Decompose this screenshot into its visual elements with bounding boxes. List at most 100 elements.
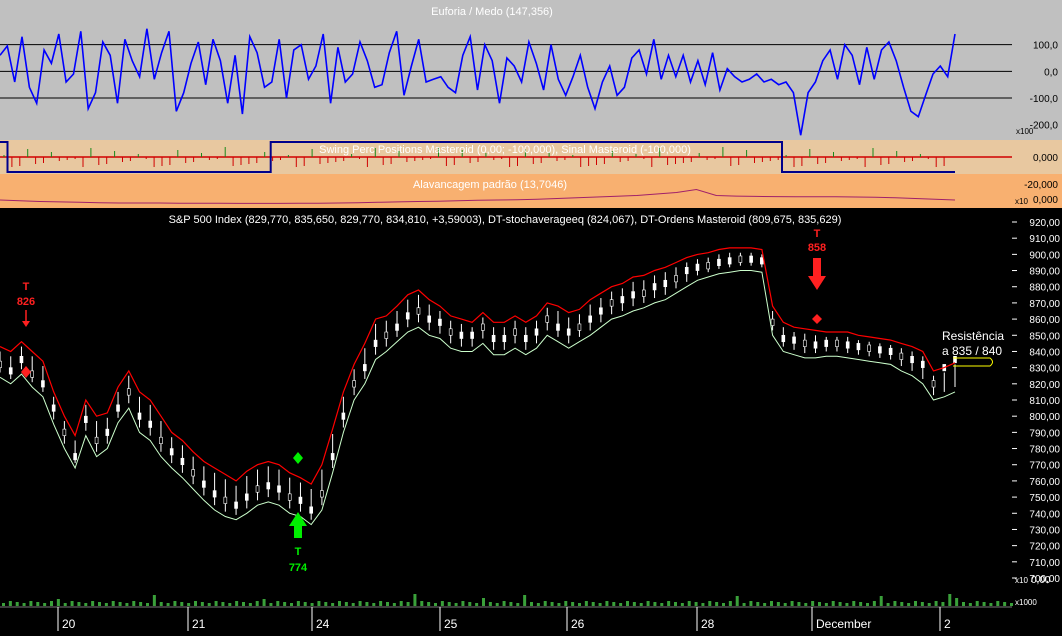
volume-bar: [296, 601, 300, 606]
volume-bar: [488, 602, 492, 606]
price-candle-body: [94, 436, 99, 444]
volume-bar: [927, 603, 931, 606]
price-candle-body: [459, 331, 464, 339]
volume-bar: [468, 602, 472, 606]
price-candle-body: [491, 334, 496, 343]
price-candle-body: [298, 496, 303, 504]
price-candle-body: [330, 453, 335, 461]
price-y-tick-18: 740,00: [1029, 509, 1060, 520]
volume-bar: [221, 602, 225, 606]
price-candle-body: [159, 436, 163, 444]
volume-bar: [872, 601, 876, 606]
volume-bar: [886, 603, 890, 606]
volume-bar: [536, 603, 540, 606]
volume-bar: [530, 602, 533, 606]
x-tick-5: 28: [701, 617, 715, 631]
price-candle-body: [706, 262, 711, 270]
chart-window: 100,0 0,0 -100,0 -200,0 0,000 -20,000 0,000 920…: [0, 0, 1062, 631]
vol-zero-tick: 0,00: [1031, 575, 1051, 586]
price-y-tick-17: 750,00: [1029, 493, 1060, 504]
volume-bar: [132, 601, 136, 606]
volume-bar: [859, 602, 863, 606]
volume-bar: [454, 603, 458, 606]
x-tick-1: 21: [192, 617, 206, 631]
volume-bar: [770, 601, 773, 606]
volume-bar: [893, 601, 897, 606]
volume-bar: [22, 603, 26, 606]
volume-bar: [687, 601, 691, 606]
volume-bar: [591, 602, 595, 606]
price-candle-body: [309, 506, 313, 514]
price-candle-body: [148, 420, 153, 428]
price-candle-body: [416, 307, 421, 315]
sell-signal-1-value: 826: [17, 296, 35, 308]
price-candle-body: [470, 331, 474, 339]
volume-bar: [845, 603, 849, 606]
osc-y-tick-1: 0,0: [1044, 67, 1058, 78]
price-candle-body: [695, 263, 700, 271]
x-tick-0: 20: [62, 617, 76, 631]
volume-bar: [159, 602, 163, 606]
price-candle-body: [448, 328, 453, 336]
volume-bar: [427, 602, 431, 606]
price-y-tick-20: 720,00: [1029, 542, 1060, 553]
price-candle-body: [824, 339, 829, 347]
volume-bar: [920, 602, 924, 606]
price-candle-body: [234, 501, 238, 509]
volume-bar: [139, 602, 143, 606]
volume-bar: [502, 601, 506, 606]
osc-y-tick-3: -200,0: [1030, 121, 1059, 132]
x-tick-2: 24: [316, 617, 330, 631]
price-candle-body: [363, 364, 367, 372]
volume-bar: [29, 601, 33, 606]
volume-bar: [475, 603, 479, 606]
volume-bar: [420, 601, 424, 606]
price-y-tick-9: 830,00: [1029, 364, 1060, 375]
volume-bar: [667, 601, 671, 606]
price-y-tick-12: 800,00: [1029, 412, 1060, 423]
volume-bar: [646, 601, 650, 606]
volume-bar: [653, 602, 657, 606]
price-candle-body: [674, 275, 678, 283]
vol-unit-badge-bottom: x1000: [1015, 598, 1037, 607]
volume-bar: [797, 602, 801, 606]
leverage-title: Alavancagem padrão (13,7046): [413, 179, 567, 191]
volume-bar: [482, 598, 485, 606]
price-candle-body: [341, 412, 346, 420]
volume-bar: [399, 601, 403, 606]
volume-bar: [866, 603, 869, 606]
volume-bar: [989, 603, 993, 606]
price-candle-body: [405, 312, 410, 320]
lev-unit-badge: x10: [1015, 197, 1028, 206]
volume-bar: [146, 603, 149, 606]
price-y-tick-4: 880,00: [1029, 283, 1060, 294]
volume-bar: [91, 601, 95, 606]
price-y-tick-2: 900,00: [1029, 250, 1060, 261]
osc-y-tick-2: -100,0: [1030, 94, 1059, 105]
price-y-tick-8: 840,00: [1029, 347, 1060, 358]
volume-bar: [98, 602, 101, 606]
volume-bar: [516, 603, 520, 606]
price-candle-body: [620, 296, 625, 304]
price-y-tick-19: 730,00: [1029, 525, 1060, 536]
volume-bar: [1003, 602, 1007, 606]
volume-bar: [694, 602, 698, 606]
oscillator-title: Euforia / Medo (147,356): [431, 6, 553, 18]
resistance-note-line1: Resistência: [942, 329, 1004, 343]
volume-bar: [564, 601, 568, 606]
volume-bar: [660, 603, 664, 606]
swing-y-tick-0: 0,000: [1033, 153, 1058, 164]
volume-bar: [152, 595, 156, 606]
volume-bar: [674, 602, 677, 606]
volume-bar: [557, 603, 561, 606]
volume-bar: [776, 602, 780, 606]
price-y-tick-7: 850,00: [1029, 331, 1060, 342]
price-candle-body: [169, 448, 174, 456]
price-candle-body: [781, 334, 786, 343]
price-candle-body: [684, 267, 689, 275]
volume-bar: [310, 603, 314, 606]
price-candle-body: [577, 323, 582, 331]
volume-bar: [379, 601, 383, 606]
volume-bar: [824, 603, 828, 606]
x-tick-6: December: [816, 617, 871, 631]
